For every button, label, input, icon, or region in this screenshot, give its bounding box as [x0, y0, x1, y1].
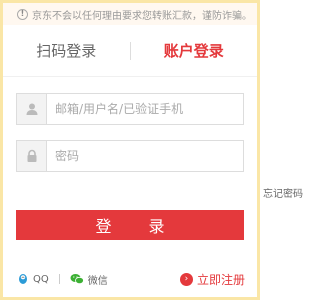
security-notice: ! 京东不会以任何理由要求您转账汇款，谨防诈骗。 [3, 3, 257, 25]
chevron-right-icon: › [179, 272, 193, 286]
username-input[interactable] [47, 95, 243, 123]
wechat-label: 微信 [87, 275, 108, 287]
lock-icon [17, 141, 47, 171]
qq-label: QQ [33, 273, 49, 285]
wechat-login-link[interactable]: 微信 [70, 272, 108, 287]
forgot-password-link[interactable]: 忘记密码 [263, 185, 303, 200]
password-field [16, 140, 244, 172]
register-label: 立即注册 [196, 272, 245, 287]
register-link[interactable]: › 立即注册 [179, 271, 245, 288]
qq-login-link[interactable]: QQ [17, 273, 49, 285]
login-tabs: 扫码登录 账户登录 [3, 25, 257, 77]
qq-icon [19, 274, 27, 284]
info-icon: ! [17, 8, 28, 20]
login-button[interactable]: 登 录 [16, 210, 244, 240]
footer-bar: QQ 微信 › 立即注册 [3, 266, 257, 292]
notice-text: 京东不会以任何理由要求您转账汇款，谨防诈骗。 [32, 10, 252, 22]
tab-scan-login[interactable]: 扫码登录 [3, 40, 130, 61]
tab-account-login[interactable]: 账户登录 [131, 40, 258, 61]
password-input[interactable] [47, 142, 243, 170]
footer-divider [58, 274, 60, 284]
user-icon [17, 94, 47, 124]
wechat-icon [70, 274, 84, 285]
username-field [16, 93, 244, 125]
